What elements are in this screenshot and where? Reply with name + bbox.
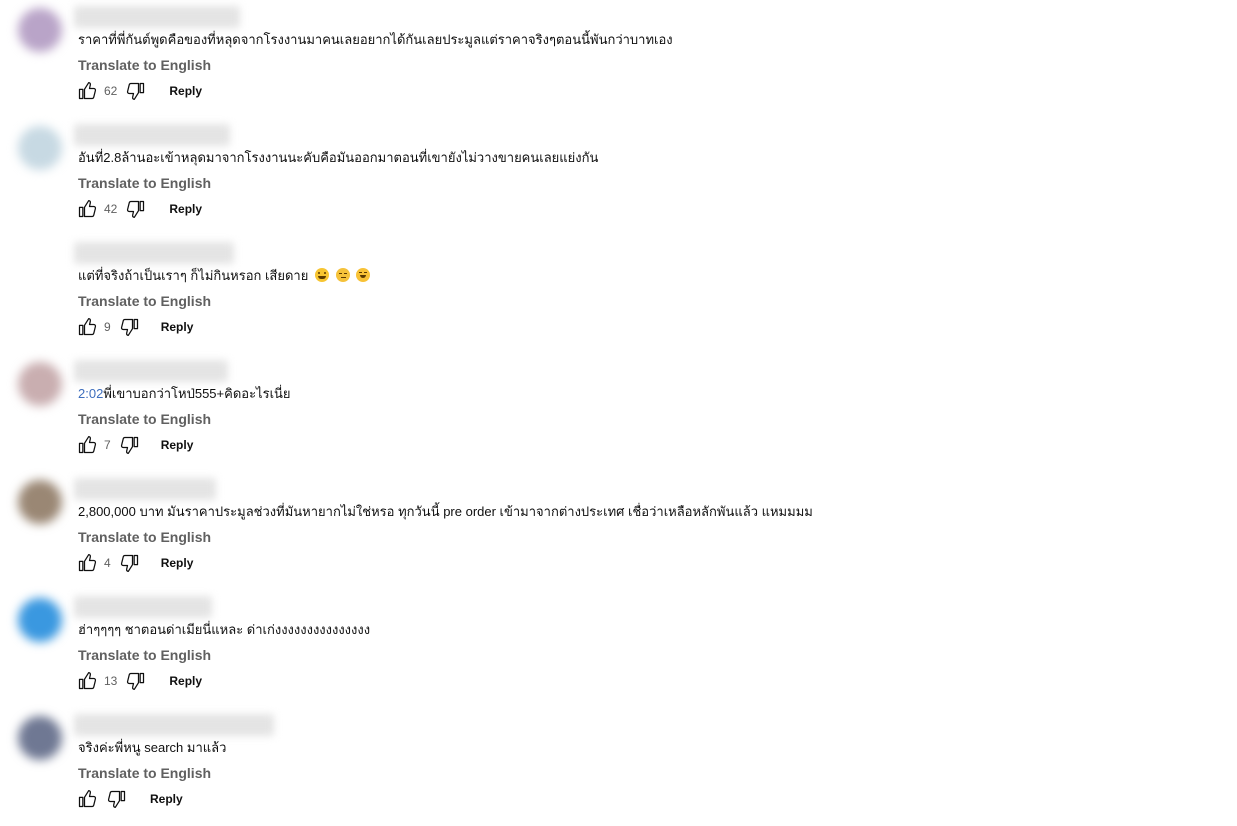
comment-text: 2:02พี่เขาบอกว่าโหป่555+คิดอะไรเนี่ย [78,385,291,403]
like-count: 7 [104,438,111,452]
thumbs-down-icon [107,790,126,808]
dislike-button[interactable] [125,80,147,102]
like-button[interactable] [76,434,98,456]
reply-button[interactable]: Reply [161,320,194,334]
comment-actions: Reply [76,787,183,811]
author-name-blurred[interactable] [74,714,274,736]
comment-actions: 42 Reply [76,197,202,221]
comment-text: อันที่2.8ล้านอะเข้าหลุดมาจากโรงงานนะคับค… [78,150,599,165]
author-name-blurred[interactable] [74,478,216,500]
comment-item: อันที่2.8ล้านอะเข้าหลุดมาจากโรงงานนะคับค… [0,118,1237,236]
comment-text: ฮ่าๆๆๆๆ ชาตอนด่าเมียนี่แหละ ด่าเก่งงงงงง… [78,622,371,637]
comment-text: จริงค่ะพี่หนู search มาแล้ว [78,740,227,755]
dislike-button[interactable] [106,788,128,810]
thumbs-up-icon [78,554,97,572]
thumbs-down-icon [120,436,138,454]
avatar[interactable] [18,126,62,170]
comment-item: ราคาที่พี่กันต์พูดคือของที่หลุดจากโรงงาน… [0,0,1237,118]
translate-button[interactable]: Translate to English [78,764,211,782]
thumbs-up-icon [78,436,97,454]
comment-item: 2:02พี่เขาบอกว่าโหป่555+คิดอะไรเนี่ย Tra… [0,354,1237,472]
comment-text: ราคาที่พี่กันต์พูดคือของที่หลุดจากโรงงาน… [78,32,673,47]
dislike-button[interactable] [119,434,141,456]
author-name-blurred[interactable] [74,596,212,618]
comment-actions: 9 Reply [76,315,193,339]
like-count: 62 [104,84,118,98]
thumbs-up-icon [78,200,97,218]
reply-button[interactable]: Reply [169,84,202,98]
translate-button[interactable]: Translate to English [78,528,211,546]
like-button[interactable] [76,198,98,220]
reply-button[interactable]: Reply [161,438,194,452]
reply-button[interactable]: Reply [169,202,202,216]
comment-text: 2,800,000 บาท มันราคาประมูลช่วงที่มันหาย… [78,504,813,519]
reply-button[interactable]: Reply [169,674,202,688]
grin-sweat-emoji [314,268,329,282]
comment-actions: 13 Reply [76,669,202,693]
translate-button[interactable]: Translate to English [78,410,211,428]
thumbs-down-icon [127,82,145,100]
comment-text-body: พี่เขาบอกว่าโหป่555+คิดอะไรเนี่ย [103,386,291,401]
comment-text-body: แต่ที่จริงถ้าเป็นเราๆ ก็ไม่กินหรอก เสียด… [78,268,309,283]
comment-actions: 4 Reply [76,551,193,575]
comment-item: 2,800,000 บาท มันราคาประมูลช่วงที่มันหาย… [0,472,1237,590]
reply-button[interactable]: Reply [150,792,183,806]
comment-actions: 7 Reply [76,433,193,457]
comment-item: ฮ่าๆๆๆๆ ชาตอนด่าเมียนี่แหละ ด่าเก่งงงงงง… [0,590,1237,708]
thumbs-up-icon [78,790,97,808]
author-name-blurred[interactable] [74,242,234,264]
like-button[interactable] [76,80,98,102]
dislike-button[interactable] [119,552,141,574]
reply-button[interactable]: Reply [161,556,194,570]
like-count: 13 [104,674,118,688]
avatar[interactable] [18,8,62,52]
thumbs-down-icon [127,200,145,218]
thumbs-up-icon [78,672,97,690]
hug-emoji [356,268,371,282]
avatar[interactable] [18,362,62,406]
like-button[interactable] [76,552,98,574]
author-name-blurred[interactable] [74,124,230,146]
translate-button[interactable]: Translate to English [78,56,211,74]
dislike-button[interactable] [125,670,147,692]
dislike-button[interactable] [119,316,141,338]
like-count: 42 [104,202,118,216]
smirk-emoji [335,268,350,282]
dislike-button[interactable] [125,198,147,220]
thumbs-up-icon [78,82,97,100]
comment-item: จริงค่ะพี่หนู search มาแล้ว Translate to… [0,708,1237,826]
comment-actions: 62 Reply [76,79,202,103]
like-button[interactable] [76,788,98,810]
comment-item: แต่ที่จริงถ้าเป็นเราๆ ก็ไม่กินหรอก เสียด… [0,236,1237,354]
avatar[interactable] [18,716,62,760]
thumbs-down-icon [127,672,145,690]
author-name-blurred[interactable] [74,360,228,382]
comment-text: แต่ที่จริงถ้าเป็นเราๆ ก็ไม่กินหรอก เสียด… [78,267,371,285]
thumbs-down-icon [120,554,138,572]
like-count: 9 [104,320,111,334]
like-button[interactable] [76,316,98,338]
like-count: 4 [104,556,111,570]
translate-button[interactable]: Translate to English [78,292,211,310]
thumbs-down-icon [120,318,138,336]
thumbs-up-icon [78,318,97,336]
avatar[interactable] [18,480,62,524]
translate-button[interactable]: Translate to English [78,174,211,192]
translate-button[interactable]: Translate to English [78,646,211,664]
like-button[interactable] [76,670,98,692]
author-name-blurred[interactable] [74,6,240,28]
avatar[interactable] [18,598,62,642]
timestamp-link[interactable]: 2:02 [78,386,103,401]
